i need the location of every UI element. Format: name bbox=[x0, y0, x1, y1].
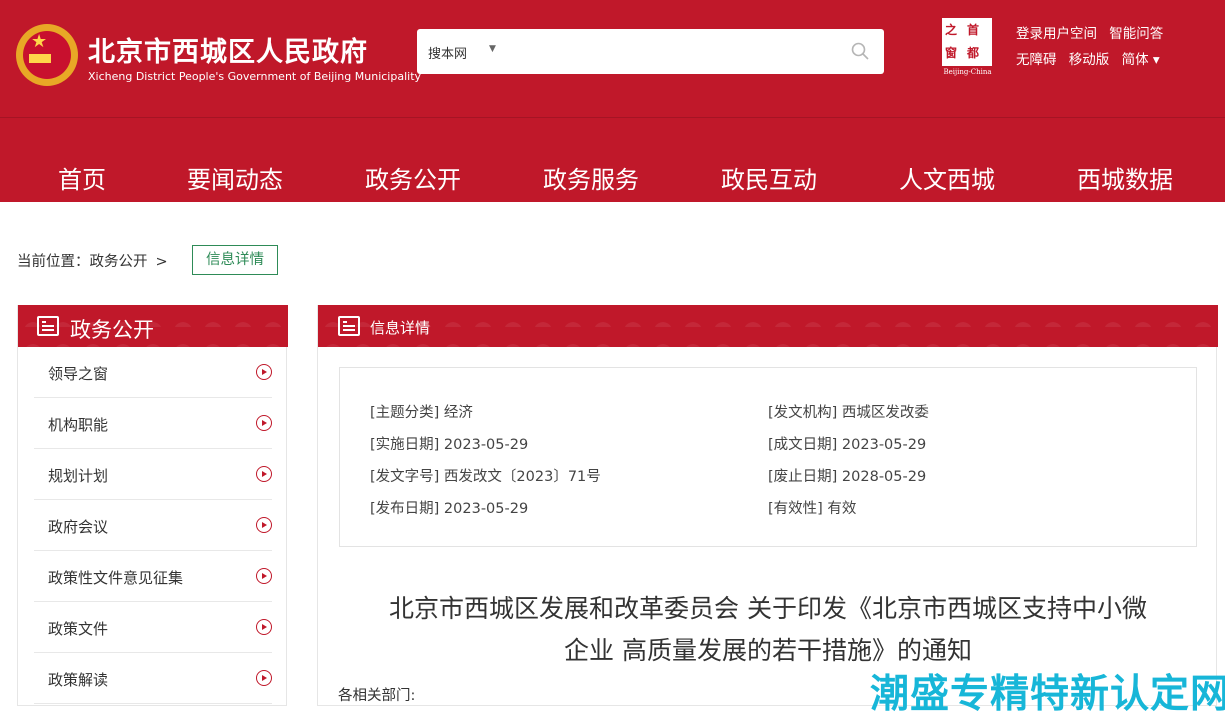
play-circle-icon bbox=[256, 619, 272, 635]
breadcrumb-parent-link[interactable]: 政务公开 bbox=[90, 254, 148, 270]
play-circle-icon bbox=[256, 466, 272, 482]
meta-topic: [主题分类] 经济 bbox=[370, 405, 473, 421]
brand-char: 都 bbox=[967, 46, 980, 60]
meta-written-date: [成文日期] 2023-05-29 bbox=[768, 437, 927, 453]
nav-item-news[interactable]: 要闻动态 bbox=[187, 160, 283, 195]
sidebar-item-label: 政策解读 bbox=[48, 671, 109, 689]
sidebar-item-interpretation[interactable]: 政策解读 bbox=[34, 653, 272, 704]
play-circle-icon bbox=[256, 670, 272, 686]
nav-item-culture[interactable]: 人文西城 bbox=[899, 160, 995, 195]
sidebar-item-label: 领导之窗 bbox=[48, 365, 109, 383]
main-nav: 首页 要闻动态 政务公开 政务服务 政民互动 人文西城 西城数据 bbox=[0, 118, 1225, 202]
sidebar-item-functions[interactable]: 机构职能 bbox=[34, 398, 272, 449]
chevron-down-icon[interactable]: ▼ bbox=[489, 44, 496, 54]
play-circle-icon bbox=[256, 364, 272, 380]
breadcrumb: 当前位置：政务公开 > bbox=[17, 250, 176, 271]
capital-window-logo[interactable]: 之 首 窗 都 Beijing-China bbox=[940, 18, 995, 78]
play-circle-icon bbox=[256, 568, 272, 584]
nav-item-data[interactable]: 西城数据 bbox=[1077, 160, 1173, 195]
nav-item-home[interactable]: 首页 bbox=[58, 160, 106, 195]
login-link[interactable]: 登录用户空间 bbox=[1016, 26, 1097, 42]
breadcrumb-prefix: 当前位置： bbox=[17, 254, 90, 270]
meta-doc-number: [发文字号] 西发改文〔2023〕71号 bbox=[370, 469, 601, 485]
document-list-icon bbox=[338, 316, 360, 336]
sidebar-header: 政务公开 bbox=[18, 305, 288, 347]
watermark: 潮盛专精特新认定网 bbox=[870, 672, 1225, 717]
main-panel: 信息详情 [主题分类] 经济 [发文机构] 西城区发改委 [实施日期] 2023… bbox=[317, 305, 1218, 706]
brand-char: 窗 bbox=[945, 46, 958, 60]
nav-item-interaction[interactable]: 政民互动 bbox=[721, 160, 817, 195]
document-metadata: [主题分类] 经济 [发文机构] 西城区发改委 [实施日期] 2023-05-2… bbox=[339, 367, 1197, 547]
site-header: ★ 北京市西城区人民政府 Xicheng District People's G… bbox=[0, 0, 1225, 202]
main-panel-title: 信息详情 bbox=[370, 319, 431, 337]
sidebar-item-plans[interactable]: 规划计划 bbox=[34, 449, 272, 500]
national-emblem-icon[interactable]: ★ bbox=[16, 24, 78, 86]
sidebar-item-label: 规划计划 bbox=[48, 467, 109, 485]
breadcrumb-current: 信息详情 bbox=[192, 245, 278, 275]
brand-char: 首 bbox=[967, 23, 980, 37]
brand-caption: Beijing-China bbox=[943, 68, 992, 76]
site-subtitle: Xicheng District People's Government of … bbox=[88, 70, 422, 83]
sidebar: 政务公开 领导之窗 机构职能 规划计划 政府会议 政策性文件意见征集 政策文件 … bbox=[17, 305, 288, 706]
site-title[interactable]: 北京市西城区人民政府 bbox=[88, 30, 368, 69]
sidebar-list: 领导之窗 机构职能 规划计划 政府会议 政策性文件意见征集 政策文件 政策解读 bbox=[34, 347, 272, 704]
document-salutation: 各相关部门: bbox=[338, 688, 416, 704]
sidebar-item-leaders[interactable]: 领导之窗 bbox=[34, 347, 272, 398]
sidebar-title: 政务公开 bbox=[70, 318, 154, 342]
mobile-link[interactable]: 移动版 bbox=[1069, 52, 1110, 68]
document-list-icon bbox=[37, 316, 59, 336]
search-scope-select[interactable]: 搜本网 bbox=[428, 43, 467, 62]
accessibility-link[interactable]: 无障碍 bbox=[1016, 52, 1057, 68]
meta-issuer: [发文机构] 西城区发改委 bbox=[768, 405, 929, 421]
sidebar-item-label: 机构职能 bbox=[48, 416, 109, 434]
language-select[interactable]: 简体 ▾ bbox=[1122, 52, 1160, 68]
breadcrumb-separator: > bbox=[155, 254, 168, 270]
nav-item-services[interactable]: 政务服务 bbox=[543, 160, 639, 195]
sidebar-item-label: 政府会议 bbox=[48, 518, 109, 536]
nav-item-gov-affairs[interactable]: 政务公开 bbox=[365, 160, 461, 195]
meta-expiry-date: [废止日期] 2028-05-29 bbox=[768, 469, 927, 485]
sidebar-item-label: 政策文件 bbox=[48, 620, 109, 638]
meta-publish-date: [发布日期] 2023-05-29 bbox=[370, 501, 529, 517]
main-panel-header: 信息详情 bbox=[318, 305, 1218, 347]
search-bar: 搜本网 ▼ bbox=[417, 29, 884, 74]
play-circle-icon bbox=[256, 415, 272, 431]
sidebar-item-meetings[interactable]: 政府会议 bbox=[34, 500, 272, 551]
meta-validity: [有效性] 有效 bbox=[768, 501, 857, 517]
sidebar-item-policy-docs[interactable]: 政策文件 bbox=[34, 602, 272, 653]
smart-qa-link[interactable]: 智能问答 bbox=[1109, 26, 1163, 42]
play-circle-icon bbox=[256, 517, 272, 533]
document-title: 北京市西城区发展和改革委员会 关于印发《北京市西城区支持中小微 企业 高质量发展… bbox=[334, 588, 1202, 672]
search-icon[interactable] bbox=[850, 41, 870, 61]
search-input[interactable] bbox=[509, 37, 839, 66]
meta-effective-date: [实施日期] 2023-05-29 bbox=[370, 437, 529, 453]
sidebar-item-label: 政策性文件意见征集 bbox=[48, 569, 184, 587]
document-title-line: 北京市西城区发展和改革委员会 关于印发《北京市西城区支持中小微 bbox=[389, 594, 1147, 623]
sidebar-item-consultation[interactable]: 政策性文件意见征集 bbox=[34, 551, 272, 602]
top-links: 登录用户空间 智能问答 无障碍 移动版 简体 ▾ bbox=[1016, 25, 1171, 77]
brand-char: 之 bbox=[945, 23, 958, 37]
